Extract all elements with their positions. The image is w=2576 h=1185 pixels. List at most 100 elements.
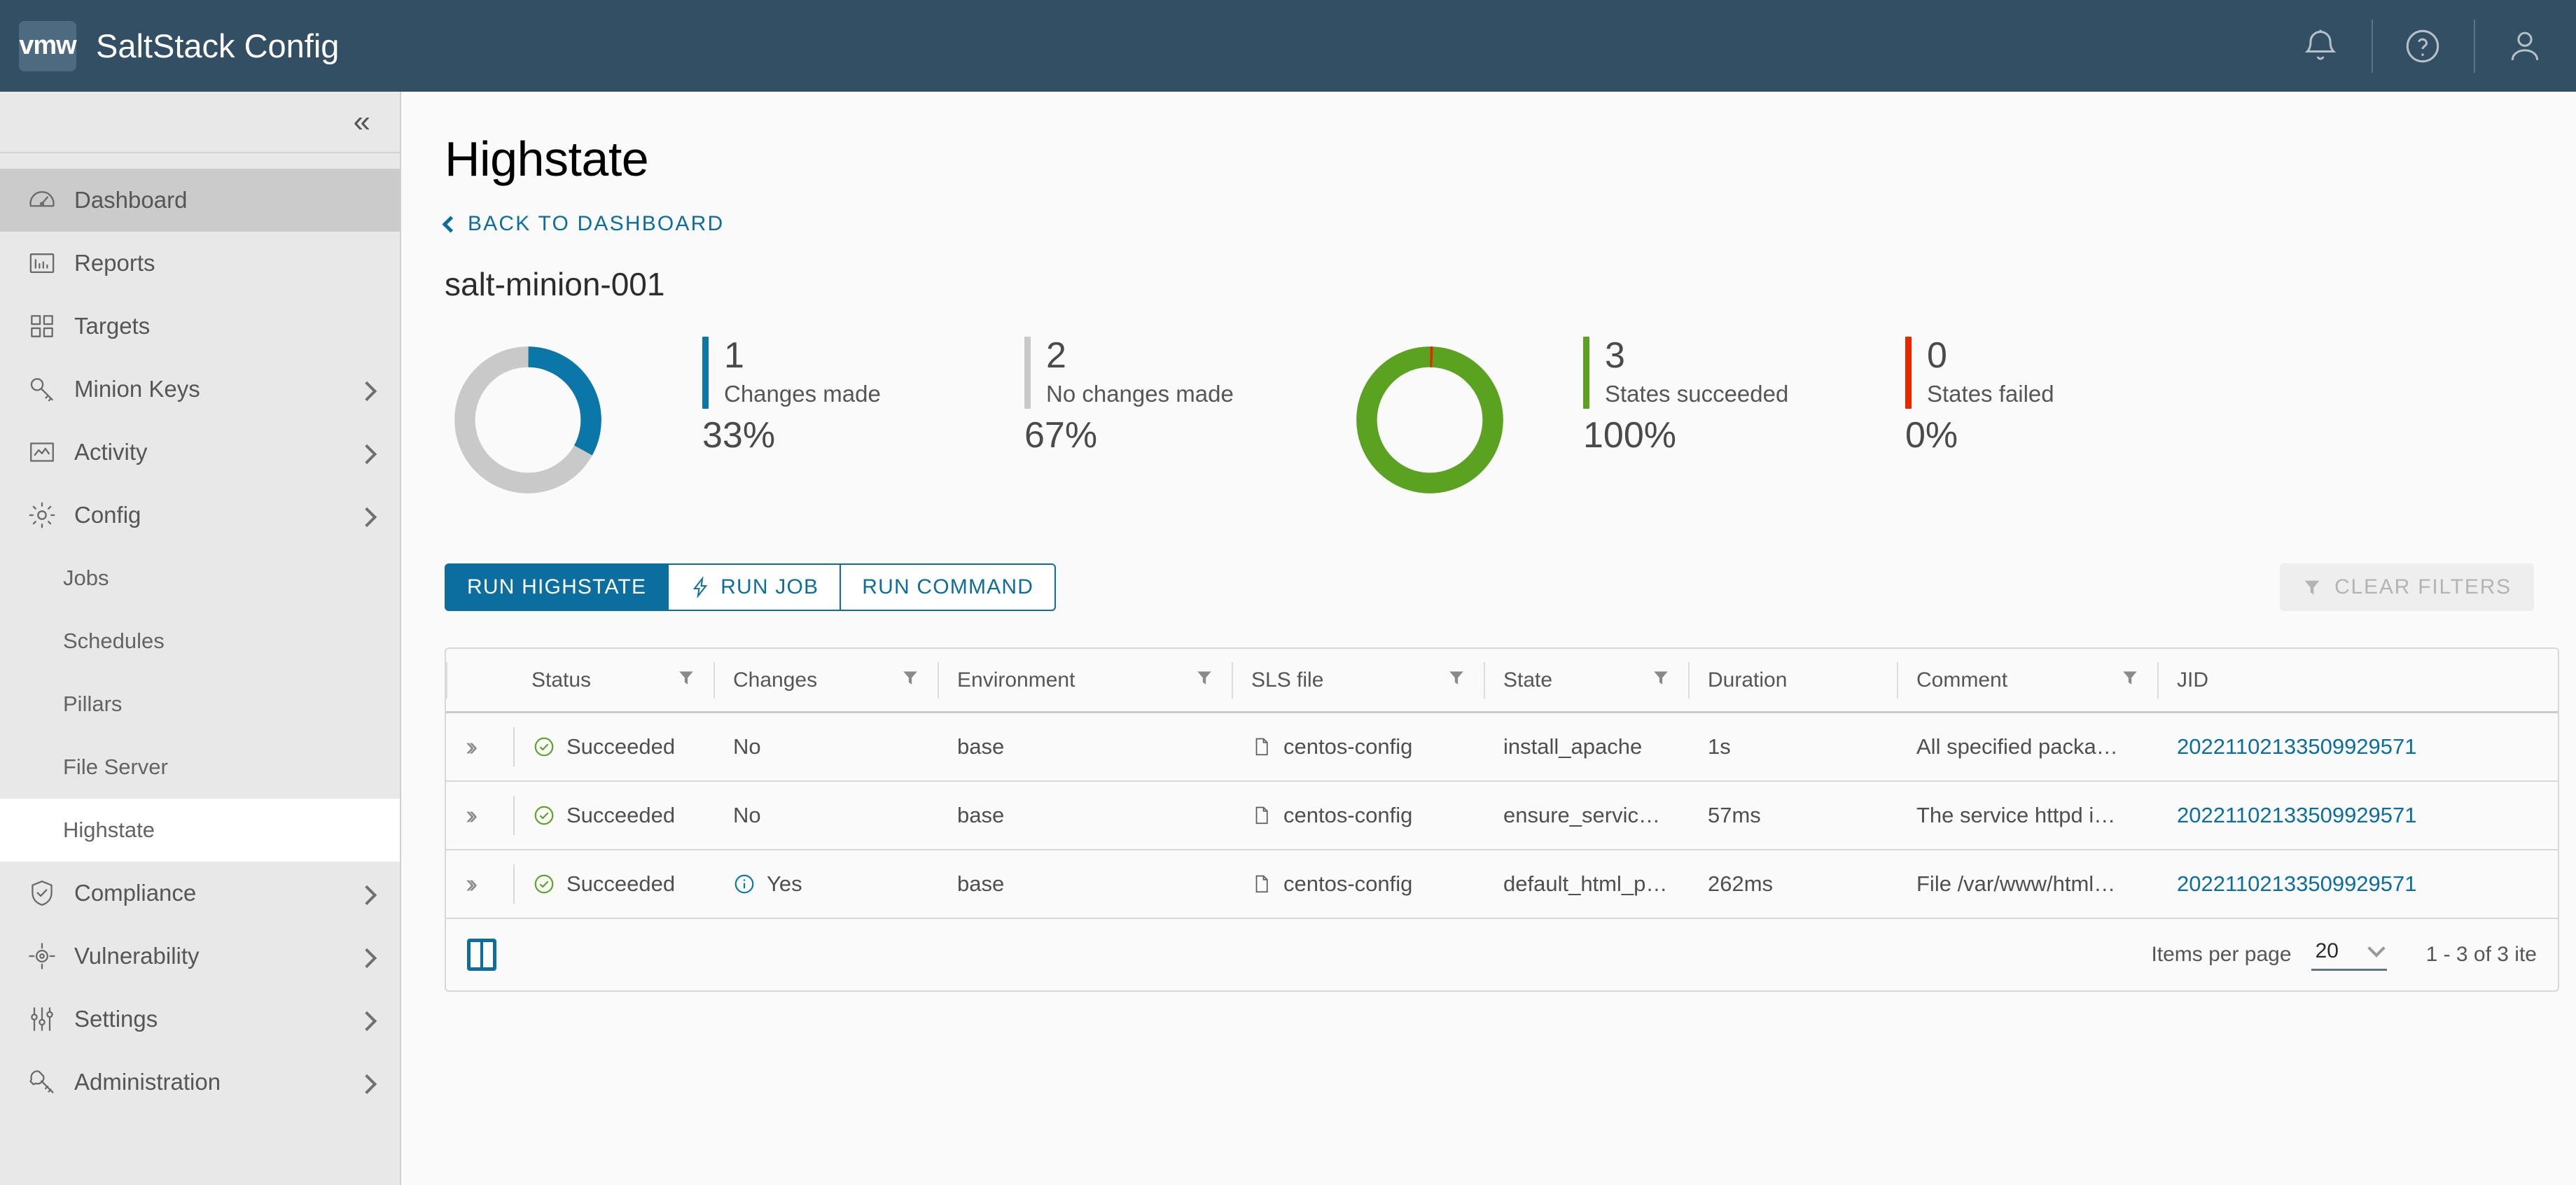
sidebar-subitem-highstate[interactable]: Highstate (0, 799, 400, 862)
sidebar-item-settings[interactable]: Settings (0, 988, 400, 1051)
back-link-label: BACK TO DASHBOARD (468, 212, 725, 235)
cell-jid: 20221102133509929571 (2159, 734, 2495, 759)
sidebar-subitem-jobs[interactable]: Jobs (0, 547, 400, 610)
items-per-page-select[interactable]: 20 (2311, 939, 2387, 971)
sidebar-item-targets[interactable]: Targets (0, 295, 400, 358)
jid-link[interactable]: 20221102133509929571 (2177, 871, 2417, 897)
pagination-controls: Items per page 20 1 - 3 of 3 ite (2151, 939, 2537, 971)
chevron-double-right-icon: ›› (466, 800, 478, 830)
expand-row-button[interactable]: ›› (446, 732, 513, 762)
column-header-changes[interactable]: Changes (713, 661, 938, 699)
run-job-button[interactable]: RUN JOB (667, 563, 842, 611)
sidebar-nav: Dashboard Reports Targets Minion Keys Activi… (0, 153, 400, 1114)
changes-text: No (733, 734, 761, 759)
back-to-dashboard-link[interactable]: BACK TO DASHBOARD (442, 212, 725, 236)
chevron-down-icon (2367, 939, 2386, 958)
environment-text: base (957, 803, 1005, 827)
cell-comment: File /var/www/html… (1898, 871, 2159, 897)
success-check-icon (533, 804, 555, 827)
column-header-state[interactable]: State (1484, 661, 1688, 699)
app-title: SaltStack Config (96, 27, 340, 64)
duration-text: 57ms (1708, 803, 1761, 827)
help-button[interactable] (2372, 0, 2474, 92)
stat-label: States succeeded (1605, 380, 1789, 407)
column-header-comment[interactable]: Comment (1897, 661, 2157, 699)
notifications-button[interactable] (2269, 0, 2372, 92)
sidebar-item-config[interactable]: Config (0, 484, 400, 547)
sidebar-item-vulnerability[interactable]: Vulnerability (0, 925, 400, 988)
chevron-right-icon (356, 444, 377, 465)
expand-row-button[interactable]: ›› (446, 869, 513, 899)
sidebar-item-label: Vulnerability (74, 943, 200, 969)
clear-filters-button[interactable]: CLEAR FILTERS (2280, 563, 2534, 611)
column-header-duration[interactable]: Duration (1688, 661, 1897, 699)
main-content: Highstate BACK TO DASHBOARD salt-minion-… (403, 92, 2576, 1185)
duration-text: 1s (1708, 734, 1731, 759)
dashboard-icon (27, 184, 66, 216)
sidebar-subitem-schedules[interactable]: Schedules (0, 610, 400, 673)
changes-text: No (733, 803, 761, 827)
user-menu-button[interactable] (2474, 0, 2576, 92)
column-label: JID (2177, 668, 2208, 692)
status-text: Succeeded (566, 734, 676, 759)
column-header-sls-file[interactable]: SLS file (1232, 661, 1484, 699)
sidebar-item-dashboard[interactable]: Dashboard (0, 169, 400, 232)
column-picker-button[interactable] (467, 939, 496, 971)
cell-state: ensure_service… (1485, 803, 1690, 828)
wrench-icon (27, 1066, 66, 1098)
collapse-sidebar-button[interactable]: « (347, 102, 373, 141)
items-per-page-label: Items per page (2151, 943, 2292, 966)
sidebar-item-label: Jobs (63, 566, 109, 590)
table-row[interactable]: ›› Succeeded Yes base centos-config default_h… (446, 850, 2558, 919)
column-header-jid[interactable]: JID (2157, 661, 2493, 699)
run-highstate-button[interactable]: RUN HIGHSTATE (445, 563, 669, 611)
column-label: SLS file (1251, 668, 1324, 692)
stat-label: No changes made (1046, 380, 1234, 407)
jid-link[interactable]: 20221102133509929571 (2177, 803, 2417, 828)
sidebar-subitem-file-server[interactable]: File Server (0, 736, 400, 799)
run-command-button[interactable]: RUN COMMAND (840, 563, 1057, 611)
vmware-logo: vmw (19, 20, 77, 71)
filter-icon[interactable] (677, 668, 695, 692)
filter-icon[interactable] (1652, 668, 1670, 692)
chevron-right-icon (356, 1011, 377, 1032)
column-header-environment[interactable]: Environment (938, 661, 1232, 699)
environment-text: base (957, 734, 1005, 759)
sliders-icon (27, 1003, 66, 1035)
stat-percent: 33% (702, 415, 776, 456)
stat-value: 0 (1927, 335, 1947, 376)
expand-row-button[interactable]: ›› (446, 801, 513, 831)
success-check-icon (533, 736, 555, 758)
jid-link[interactable]: 20221102133509929571 (2177, 734, 2417, 759)
filter-icon (2302, 577, 2322, 597)
comment-text: All specified packa… (1916, 734, 2118, 759)
sidebar-item-label: Dashboard (74, 187, 188, 213)
filter-icon[interactable] (1447, 668, 1465, 692)
sidebar-collapse-row: « (0, 92, 400, 153)
sidebar-item-compliance[interactable]: Compliance (0, 862, 400, 925)
table-row[interactable]: ›› Succeeded No base centos-config ensure_ser… (446, 782, 2558, 850)
sidebar-item-administration[interactable]: Administration (0, 1051, 400, 1114)
state-text: install_apache (1503, 734, 1643, 759)
targets-icon (27, 310, 66, 342)
sidebar-item-activity[interactable]: Activity (0, 421, 400, 484)
cell-environment: base (939, 803, 1233, 828)
cell-comment: All specified packa… (1898, 734, 2159, 759)
sidebar-item-reports[interactable]: Reports (0, 232, 400, 295)
filter-icon[interactable] (901, 668, 919, 692)
changes-donut-chart (454, 346, 601, 493)
sidebar-subitem-pillars[interactable]: Pillars (0, 673, 400, 736)
stat-accent-bar (702, 337, 709, 409)
chevron-right-icon (356, 381, 377, 402)
table-row[interactable]: ›› Succeeded No base centos-config install_ap… (446, 713, 2558, 782)
header-actions (2269, 0, 2576, 92)
sidebar-item-label: File Server (63, 755, 168, 779)
filter-icon[interactable] (1195, 668, 1213, 692)
sidebar-item-minion-keys[interactable]: Minion Keys (0, 358, 400, 421)
stat-accent-bar (1024, 337, 1031, 409)
column-label: Status (531, 668, 592, 692)
help-icon (2406, 29, 2439, 62)
success-check-icon (533, 873, 555, 895)
filter-icon[interactable] (2121, 668, 2139, 692)
column-header-status[interactable]: Status (513, 662, 713, 699)
